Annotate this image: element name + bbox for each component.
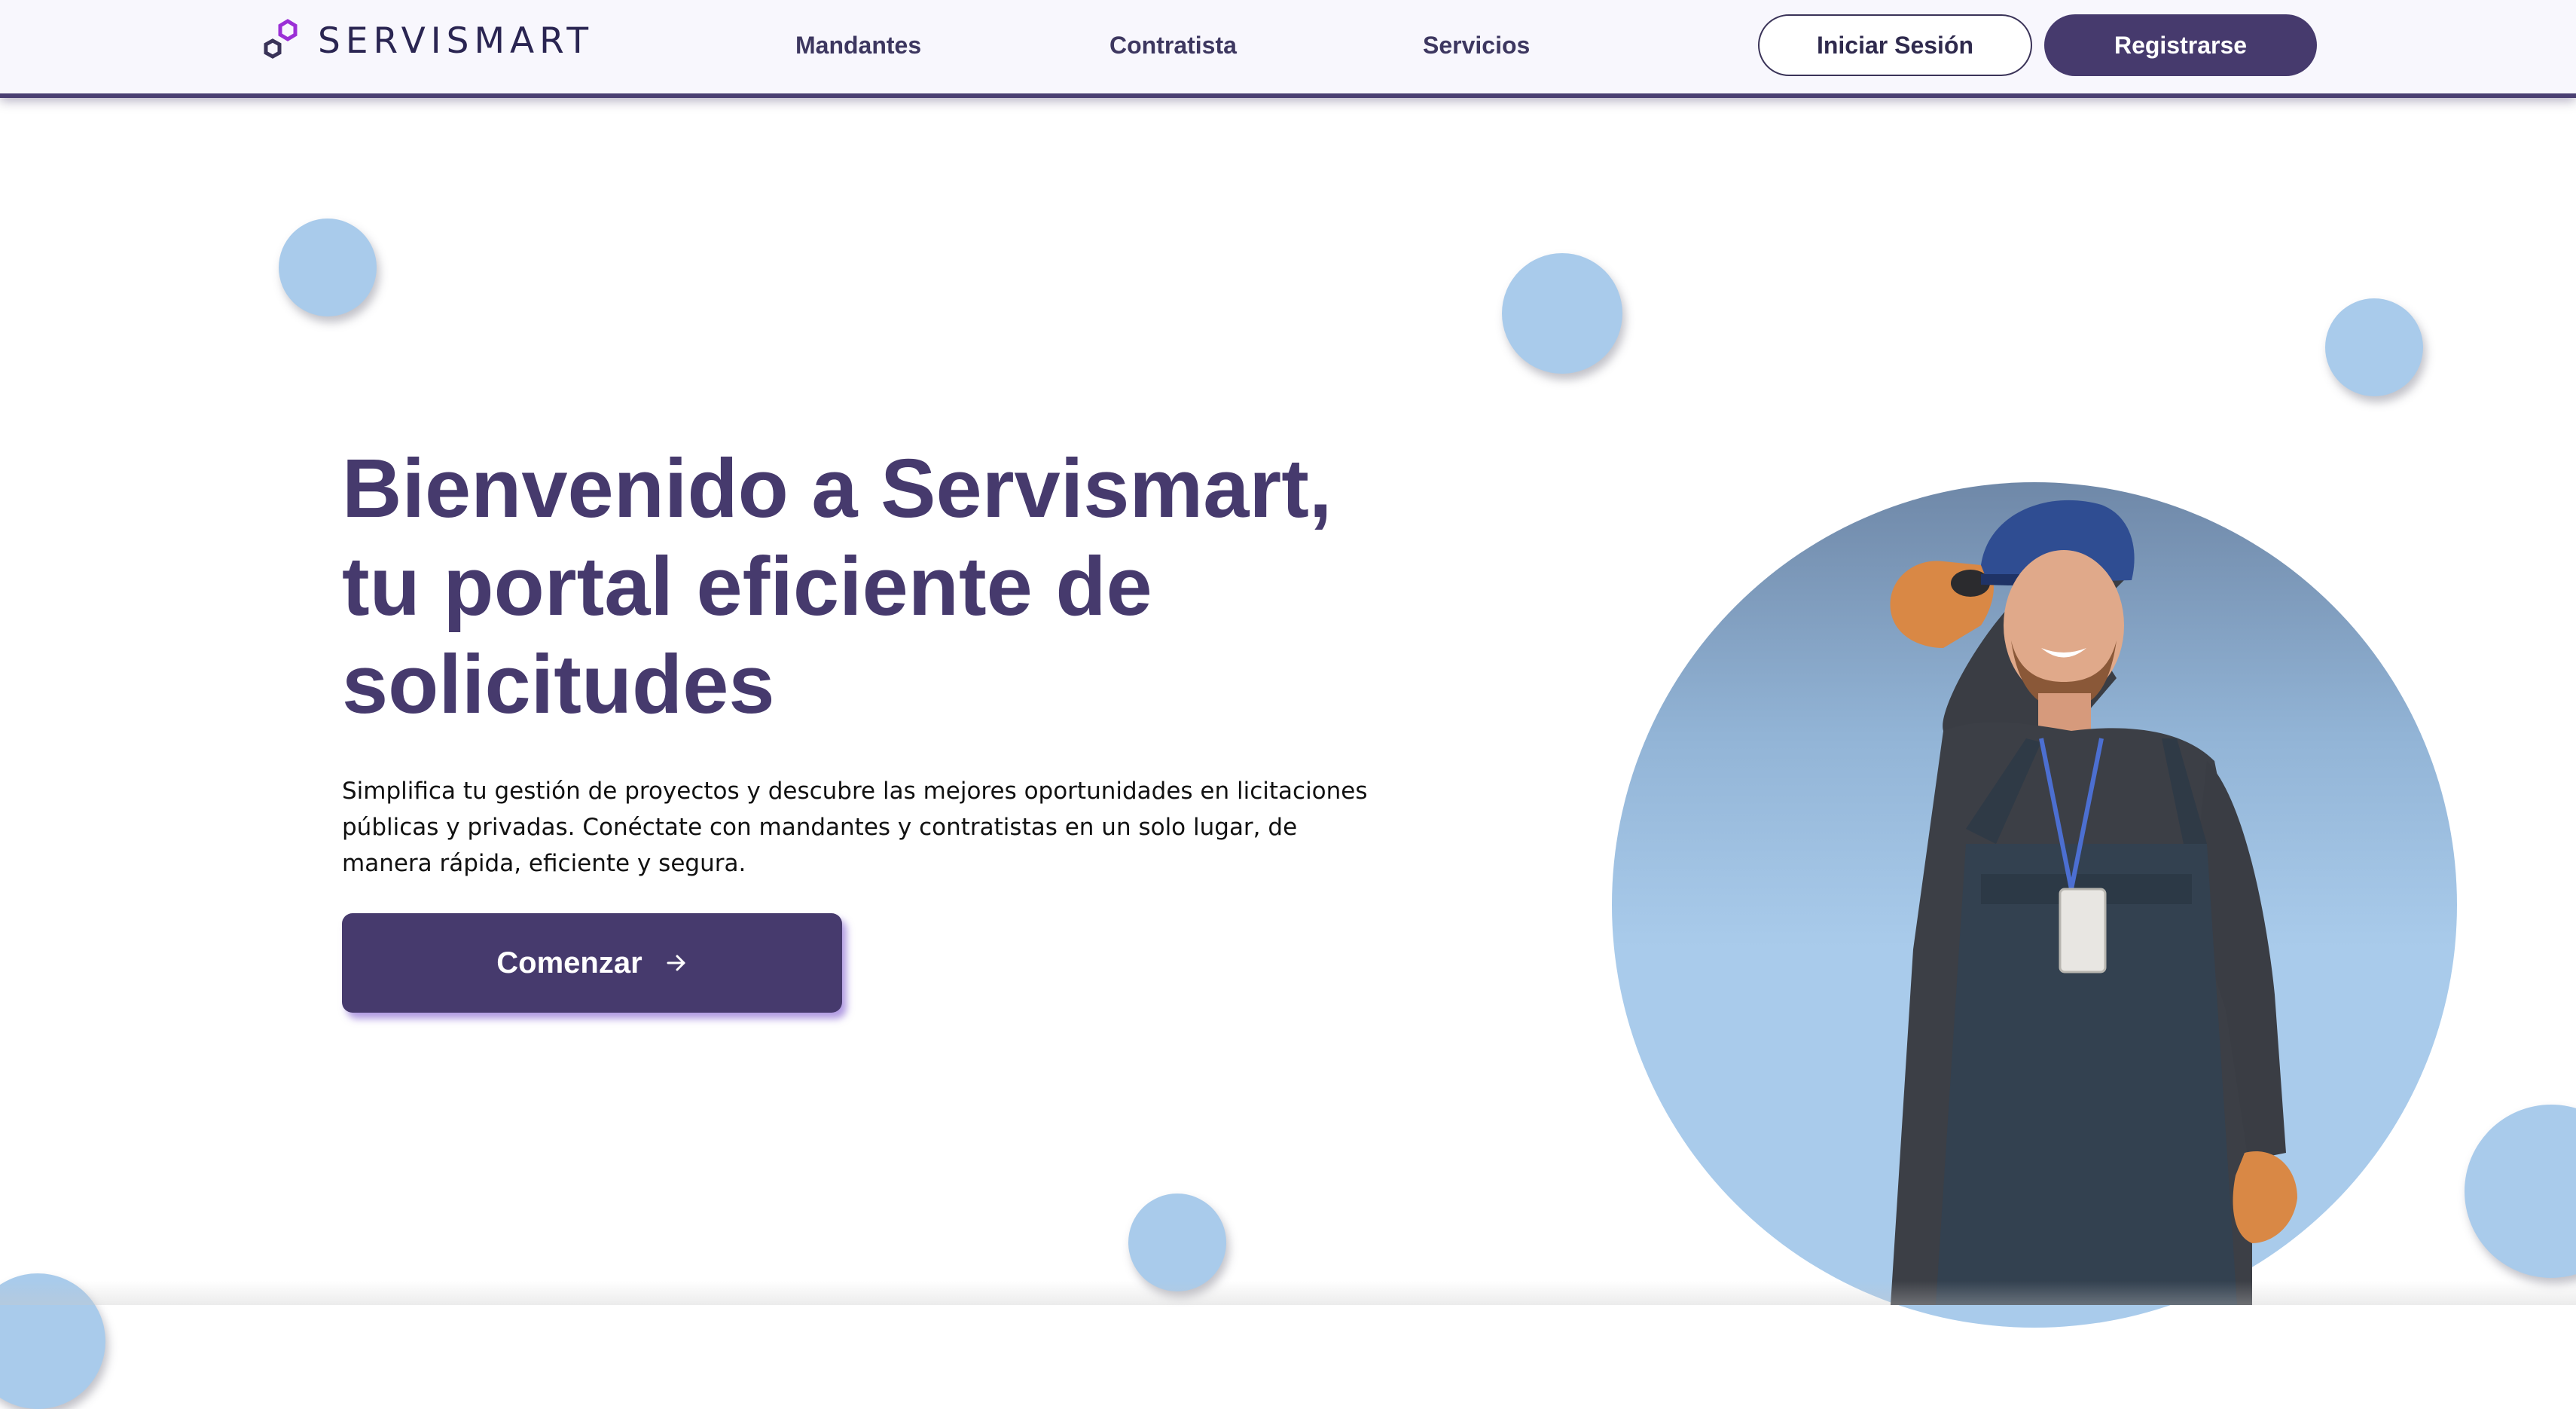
brand-name: SERVISMART [318, 20, 594, 62]
start-button-label: Comenzar [496, 946, 642, 980]
decorative-bubble [1502, 253, 1622, 374]
register-button[interactable]: Registrarse [2044, 14, 2317, 76]
nav-link-contratista[interactable]: Contratista [1109, 27, 1237, 63]
decorative-bubble [279, 219, 377, 316]
bottom-fade [0, 1281, 2576, 1305]
hexagon-logo-icon [264, 19, 298, 59]
decorative-bubble [1128, 1194, 1226, 1291]
worker-illustration [1890, 500, 2297, 1305]
hero-title: Bienvenido a Servismart, tu portal efici… [342, 442, 1332, 731]
brand-logo[interactable]: SERVISMART [259, 17, 594, 65]
worker-photo [1589, 377, 2568, 1328]
login-button[interactable]: Iniciar Sesión [1758, 14, 2032, 76]
nav-link-servicios[interactable]: Servicios [1423, 27, 1530, 63]
hero-description: Simplifica tu gestión de proyectos y des… [342, 778, 1368, 877]
arrow-right-icon [667, 955, 685, 971]
top-navbar: SERVISMART Mandantes Contratista Servici… [0, 0, 2576, 93]
start-button[interactable]: Comenzar [342, 913, 842, 1013]
nav-link-mandantes[interactable]: Mandantes [795, 27, 921, 63]
